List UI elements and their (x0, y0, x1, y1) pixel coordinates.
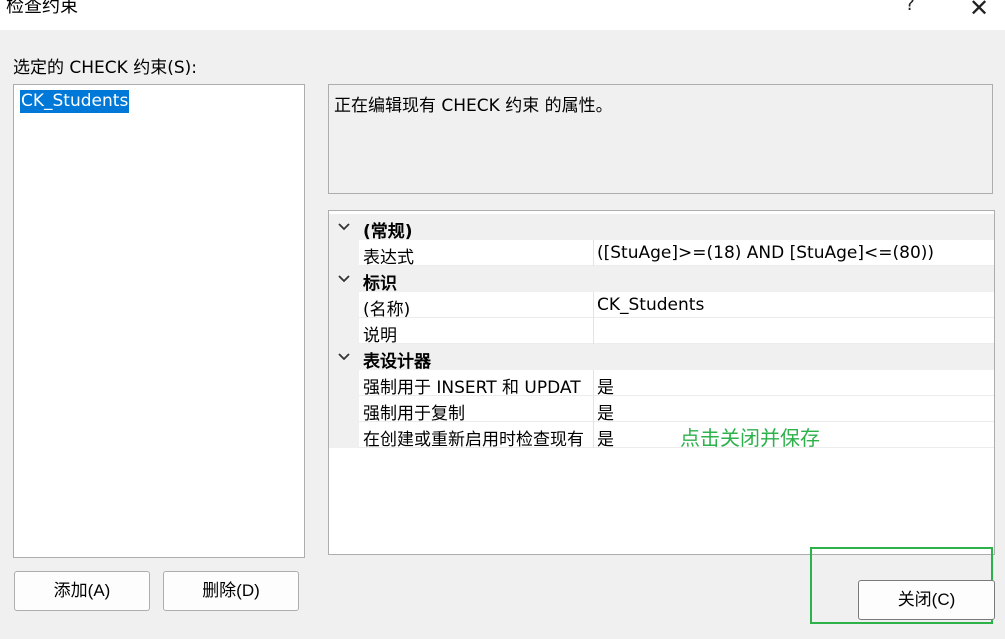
category-label: 标识 (363, 274, 397, 294)
property-value[interactable]: CK_Students (597, 295, 704, 315)
category-general[interactable]: (常规) (329, 214, 994, 242)
property-name: 在创建或重新启用时检查现有 (363, 430, 584, 450)
property-row-check-existing[interactable]: 在创建或重新启用时检查现有 是 (329, 422, 994, 450)
delete-button[interactable]: 删除(D) (163, 571, 299, 611)
property-value[interactable]: 是 (597, 399, 614, 424)
category-identity[interactable]: 标识 (329, 266, 994, 294)
property-name: 强制用于复制 (363, 404, 465, 424)
property-name: 说明 (363, 326, 397, 346)
property-row-enforce-replication[interactable]: 强制用于复制 是 (329, 396, 994, 424)
help-button[interactable]: ? (895, 0, 925, 24)
property-name: 强制用于 INSERT 和 UPDAT (363, 378, 581, 398)
constraint-list[interactable]: CK_Students (13, 84, 305, 558)
property-name: 表达式 (363, 248, 414, 268)
chevron-down-icon[interactable] (335, 348, 353, 366)
add-button[interactable]: 添加(A) (14, 571, 150, 611)
description-box: 正在编辑现有 CHECK 约束 的属性。 (328, 84, 993, 194)
property-row-description[interactable]: 说明 (329, 318, 994, 346)
constraint-list-caption: 选定的 CHECK 约束(S): (13, 58, 198, 78)
window-title: 检查约束 (6, 0, 78, 17)
property-grid[interactable]: (常规) 表达式 ([StuAge]>=(18) AND [StuAge]<=(… (328, 210, 995, 555)
category-label: (常规) (363, 222, 413, 242)
category-label: 表设计器 (363, 352, 431, 372)
category-table-designer[interactable]: 表设计器 (329, 344, 994, 372)
title-bar: 检查约束 ? ✕ (0, 0, 1005, 30)
property-row-name[interactable]: (名称) CK_Students (329, 292, 994, 320)
property-value[interactable]: 是 (597, 373, 614, 398)
annotation-text: 点击关闭并保存 (680, 426, 820, 450)
list-item[interactable]: CK_Students (20, 90, 130, 113)
property-row-expression[interactable]: 表达式 ([StuAge]>=(18) AND [StuAge]<=(80)) (329, 240, 994, 268)
chevron-down-icon[interactable] (335, 218, 353, 236)
property-value[interactable]: 是 (597, 425, 614, 450)
close-icon[interactable]: ✕ (962, 0, 996, 24)
property-value[interactable]: ([StuAge]>=(18) AND [StuAge]<=(80)) (597, 243, 934, 263)
chevron-down-icon[interactable] (335, 270, 353, 288)
property-name: (名称) (363, 300, 411, 320)
close-button[interactable]: 关闭(C) (858, 580, 995, 620)
property-row-enforce-insert-update[interactable]: 强制用于 INSERT 和 UPDAT 是 (329, 370, 994, 398)
description-text: 正在编辑现有 CHECK 约束 的属性。 (334, 96, 613, 116)
